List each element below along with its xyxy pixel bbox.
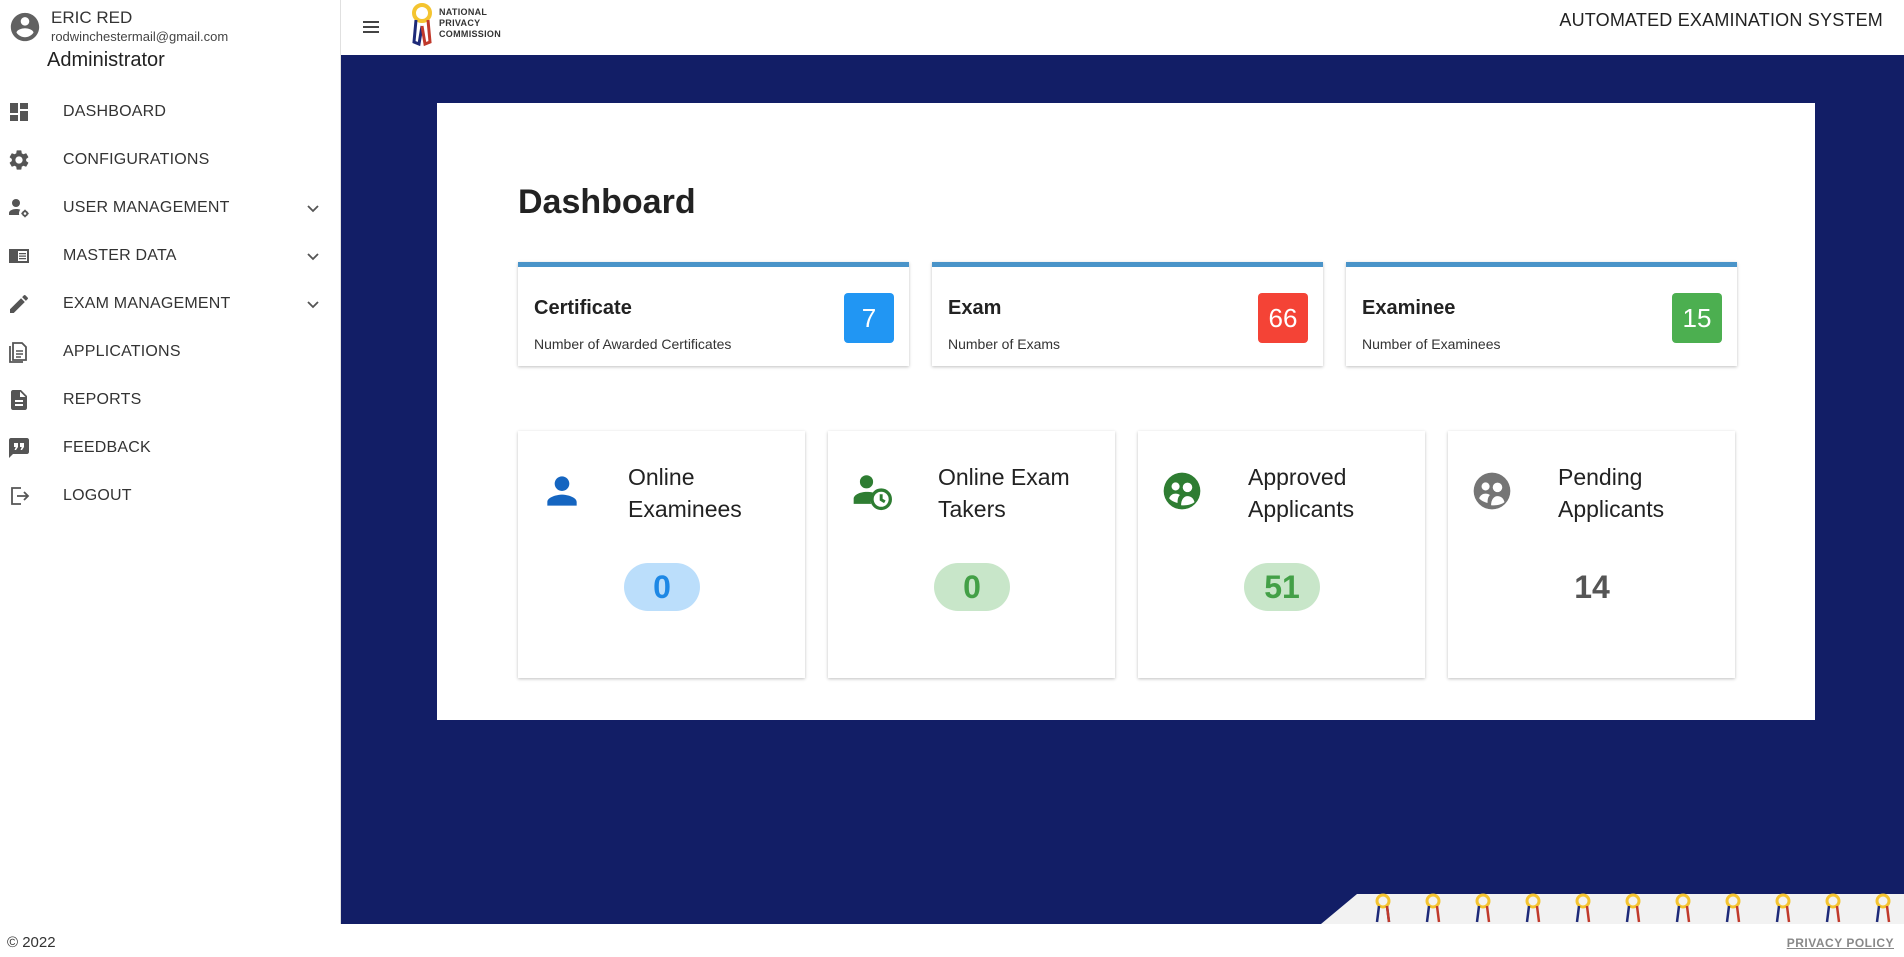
chevron-down-icon[interactable] — [301, 244, 325, 268]
stat-subtitle: Number of Exams — [948, 336, 1061, 352]
tile-count: 0 — [624, 563, 700, 611]
npc-logo-emblem — [412, 3, 432, 47]
tile-approved-applicants[interactable]: Approved Applicants 51 — [1138, 431, 1425, 678]
stat-subtitle: Number of Examinees — [1362, 336, 1501, 352]
stat-title: Exam — [948, 297, 1002, 319]
copyright-text: © 2022 — [7, 934, 56, 951]
stat-badge: 15 — [1672, 293, 1722, 343]
tile-title-line: Online — [628, 464, 695, 490]
sidebar-item-label: LOGOUT — [63, 487, 132, 504]
tile-online-examinees[interactable]: Online Examinees 0 — [518, 431, 805, 678]
tile-title: Online Examinees — [628, 461, 742, 525]
tile-pending-applicants[interactable]: Pending Applicants 14 — [1448, 431, 1735, 678]
tile-title: Approved Applicants — [1248, 461, 1354, 525]
tile-count: 0 — [934, 563, 1010, 611]
account-circle-icon — [10, 12, 40, 42]
sidebar-nav: DASHBOARD CONFIGURATIONS USER MANAGEMENT… — [0, 88, 341, 520]
user-email: rodwinchestermail@gmail.com — [51, 29, 229, 44]
user-profile: ERIC RED rodwinchestermail@gmail.com Adm… — [8, 8, 333, 74]
tile-title-line: Takers — [938, 496, 1006, 522]
dashboard-panel: Dashboard Certificate Number of Awarded … — [437, 103, 1815, 720]
sidebar-item-label: DASHBOARD — [63, 103, 167, 120]
main-content: Dashboard Certificate Number of Awarded … — [341, 55, 1904, 924]
documents-icon — [9, 342, 27, 363]
tile-title-line: Online Exam — [938, 464, 1070, 490]
sidebar-item-label: USER MANAGEMENT — [63, 199, 230, 216]
npc-logo-text: NATIONAL PRIVACY COMMISSION — [439, 7, 501, 40]
tile-title-line: Approved — [1248, 464, 1347, 490]
top-bar: NATIONAL PRIVACY COMMISSION AUTOMATED EX… — [341, 0, 1904, 55]
sidebar-item-master-data[interactable]: MASTER DATA — [0, 232, 341, 280]
sidebar-item-exam-management[interactable]: EXAM MANAGEMENT — [0, 280, 341, 328]
feedback-icon — [9, 438, 29, 458]
sidebar-item-reports[interactable]: REPORTS — [0, 376, 341, 424]
menu-icon[interactable] — [355, 11, 387, 43]
book-icon — [9, 249, 29, 263]
chevron-down-icon[interactable] — [301, 292, 325, 316]
sidebar-item-applications[interactable]: APPLICATIONS — [0, 328, 341, 376]
sidebar-item-label: CONFIGURATIONS — [63, 151, 210, 168]
person-icon — [547, 476, 577, 506]
logo-line: PRIVACY — [439, 18, 481, 28]
tile-title-line: Applicants — [1558, 496, 1665, 522]
tile-title-line: Applicants — [1248, 496, 1355, 522]
user-role: Administrator — [47, 49, 165, 71]
user-settings-icon — [9, 199, 29, 218]
page-title: Dashboard — [518, 183, 696, 221]
person-clock-icon — [853, 475, 892, 511]
npc-logo: NATIONAL PRIVACY COMMISSION — [409, 2, 509, 48]
stat-card-certificate[interactable]: Certificate Number of Awarded Certificat… — [518, 262, 909, 366]
sidebar-item-feedback[interactable]: FEEDBACK — [0, 424, 341, 472]
logo-line: COMMISSION — [439, 29, 502, 39]
chevron-down-icon[interactable] — [301, 196, 325, 220]
tile-title-line: Examinees — [628, 496, 742, 522]
sidebar-item-label: EXAM MANAGEMENT — [63, 295, 231, 312]
sidebar-item-label: REPORTS — [63, 391, 142, 408]
group-pending-icon — [1473, 472, 1511, 510]
tile-title: Online Exam Takers — [938, 461, 1070, 525]
stat-subtitle: Number of Awarded Certificates — [534, 336, 732, 352]
sidebar-item-label: MASTER DATA — [63, 247, 177, 264]
pencil-icon — [10, 294, 29, 313]
stat-title: Examinee — [1362, 297, 1456, 319]
stat-title: Certificate — [534, 297, 632, 319]
group-approved-icon — [1163, 472, 1201, 510]
decorative-emblem-ribbon — [1321, 893, 1904, 924]
sidebar: ERIC RED rodwinchestermail@gmail.com Adm… — [0, 0, 341, 951]
stat-badge: 66 — [1258, 293, 1308, 343]
sidebar-item-configurations[interactable]: CONFIGURATIONS — [0, 136, 341, 184]
sidebar-item-label: APPLICATIONS — [63, 343, 181, 360]
gear-icon — [9, 150, 29, 170]
tile-title-line: Pending — [1558, 464, 1643, 490]
dashboard-icon — [10, 103, 28, 121]
tile-online-exam-takers[interactable]: Online Exam Takers 0 — [828, 431, 1115, 678]
stat-card-exam[interactable]: Exam Number of Exams 66 — [932, 262, 1323, 366]
sidebar-item-dashboard[interactable]: DASHBOARD — [0, 88, 341, 136]
sidebar-item-user-management[interactable]: USER MANAGEMENT — [0, 184, 341, 232]
tile-count: 51 — [1244, 563, 1320, 611]
logo-line: NATIONAL — [439, 7, 488, 17]
stat-card-examinee[interactable]: Examinee Number of Examinees 15 — [1346, 262, 1737, 366]
user-name: ERIC RED — [51, 8, 133, 27]
privacy-policy-link[interactable]: PRIVACY POLICY — [1787, 936, 1894, 950]
tile-count: 14 — [1574, 568, 1610, 605]
system-title: AUTOMATED EXAMINATION SYSTEM — [1559, 10, 1883, 30]
report-icon — [11, 390, 27, 410]
tile-title: Pending Applicants — [1558, 461, 1664, 525]
logout-icon — [11, 487, 30, 505]
stat-badge: 7 — [844, 293, 894, 343]
sidebar-item-logout[interactable]: LOGOUT — [0, 472, 341, 520]
sidebar-item-label: FEEDBACK — [63, 439, 151, 456]
